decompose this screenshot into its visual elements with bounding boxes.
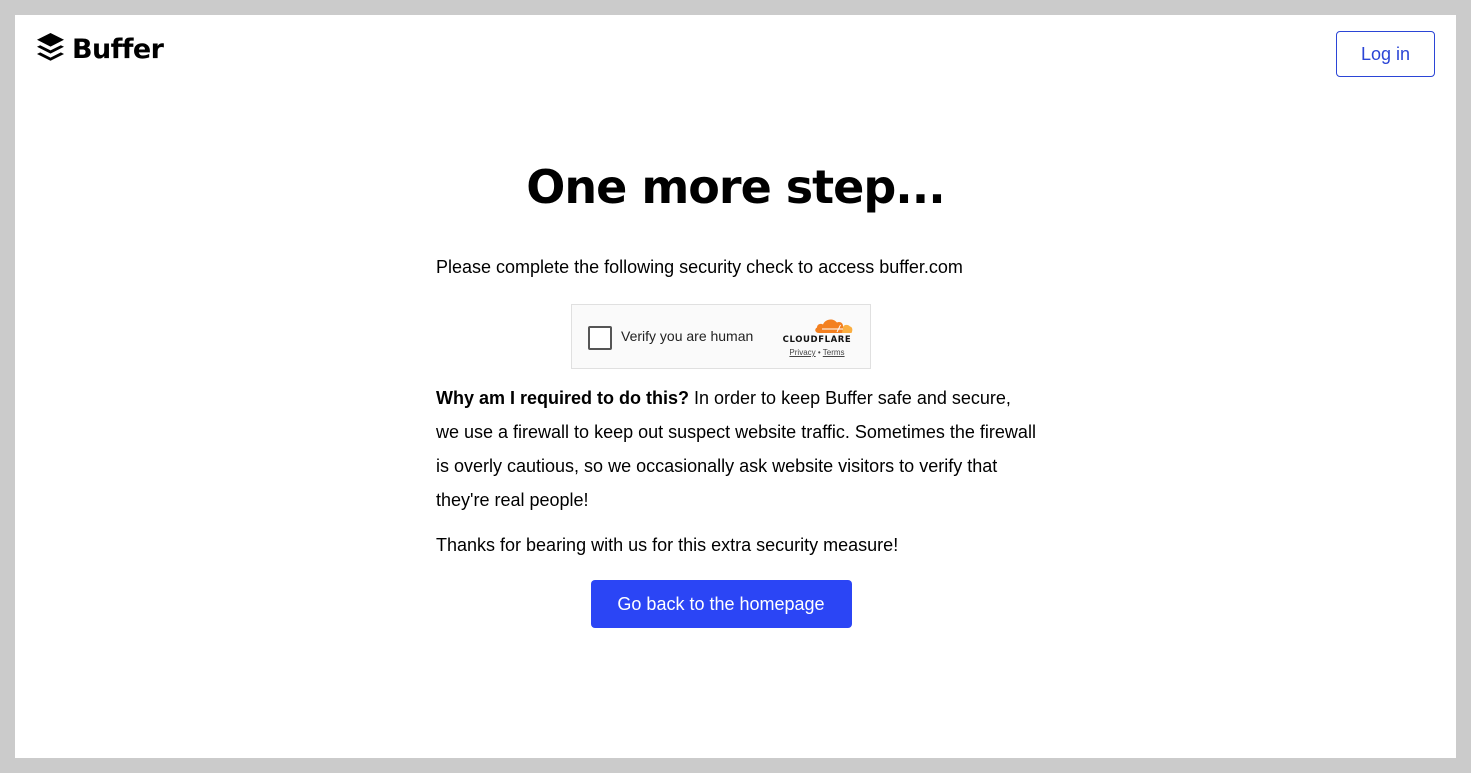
buffer-logo[interactable]: Buffer xyxy=(36,31,164,67)
page: Buffer Log in One more step... Please co… xyxy=(15,15,1456,758)
logo-text: Buffer xyxy=(72,33,164,65)
cloudflare-branding: CLOUDFLARE Privacy • Terms xyxy=(779,316,855,358)
verify-human-label[interactable]: Verify you are human xyxy=(621,328,753,344)
cloudflare-links: Privacy • Terms xyxy=(779,348,855,358)
main-content: Please complete the following security c… xyxy=(436,255,1036,628)
cloudflare-cloud-icon xyxy=(815,319,853,333)
verify-human-checkbox[interactable] xyxy=(588,326,612,350)
link-separator: • xyxy=(817,348,821,357)
cloudflare-turnstile-widget: Verify you are human CLOUDFLARE Privacy … xyxy=(571,304,871,369)
go-home-button[interactable]: Go back to the homepage xyxy=(590,580,852,628)
privacy-link[interactable]: Privacy xyxy=(789,348,815,357)
intro-text: Please complete the following security c… xyxy=(436,257,963,277)
login-button[interactable]: Log in xyxy=(1336,31,1435,77)
why-heading: Why am I required to do this? xyxy=(436,388,690,408)
why-paragraph: Why am I required to do this? In order t… xyxy=(436,381,1036,517)
thanks-text: Thanks for bearing with us for this extr… xyxy=(436,535,899,555)
terms-link[interactable]: Terms xyxy=(823,348,845,357)
cloudflare-wordmark: CLOUDFLARE xyxy=(782,335,852,345)
buffer-stack-icon xyxy=(37,33,64,61)
page-title: One more step... xyxy=(526,160,945,214)
